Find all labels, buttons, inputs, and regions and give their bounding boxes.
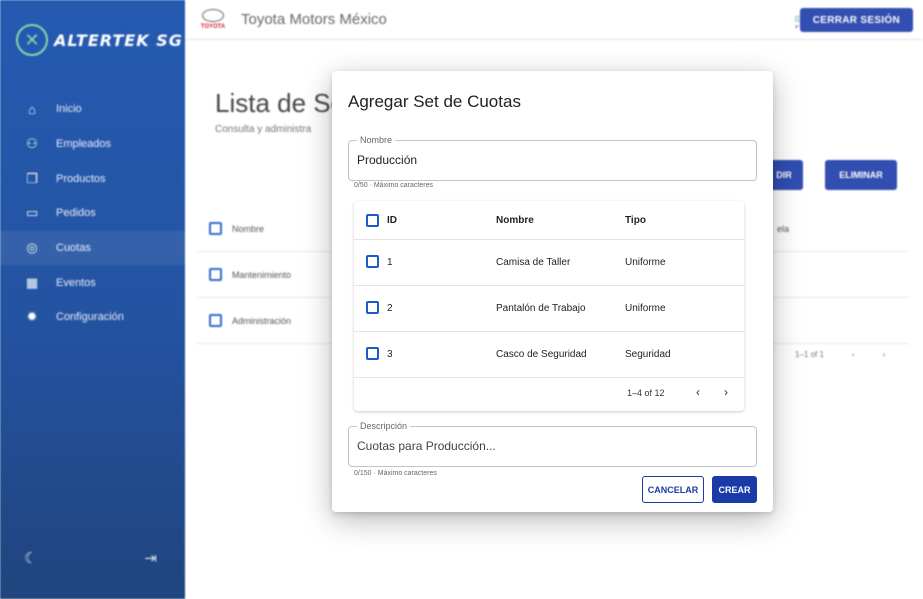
column-header-tipo: Tipo <box>625 215 646 226</box>
row-name: Camisa de Taller <box>496 257 571 268</box>
row-id: 1 <box>387 257 393 268</box>
name-input[interactable]: Producción <box>357 153 417 167</box>
description-helper-text: 0/150 · Máximo caracteres <box>354 470 437 477</box>
table-row[interactable]: 3 Casco de Seguridad Seguridad <box>354 332 744 378</box>
pagination-info: 1–4 of 12 <box>627 388 665 398</box>
description-field[interactable]: Descripción Cuotas para Producción... <box>348 421 757 467</box>
row-name: Casco de Seguridad <box>496 349 587 360</box>
column-header-nombre: Nombre <box>496 215 534 226</box>
row-type: Uniforme <box>625 303 666 314</box>
name-helper-text: 0/50 · Máximo caracteres <box>354 182 433 189</box>
row-id: 2 <box>387 303 393 314</box>
column-header-id: ID <box>387 215 397 226</box>
row-type: Uniforme <box>625 257 666 268</box>
chevron-left-icon[interactable]: ‹ <box>696 385 700 399</box>
row-checkbox[interactable] <box>366 301 379 314</box>
chevron-right-icon[interactable]: › <box>724 385 728 399</box>
row-id: 3 <box>387 349 393 360</box>
create-button[interactable]: CREAR <box>712 476 757 503</box>
select-all-checkbox[interactable] <box>366 214 379 227</box>
add-quota-set-dialog: Agregar Set de Cuotas Nombre Producción … <box>332 71 773 512</box>
name-field-label: Nombre <box>357 135 396 145</box>
table-row[interactable]: 2 Pantalón de Trabajo Uniforme <box>354 286 744 332</box>
description-field-label: Descripción <box>357 421 411 431</box>
table-header-row: ID Nombre Tipo <box>354 201 744 240</box>
row-checkbox[interactable] <box>366 347 379 360</box>
cancel-button[interactable]: CANCELAR <box>642 476 704 503</box>
products-table: ID Nombre Tipo 1 Camisa de Taller Unifor… <box>354 201 744 411</box>
row-checkbox[interactable] <box>366 255 379 268</box>
table-row[interactable]: 1 Camisa de Taller Uniforme <box>354 240 744 286</box>
name-field[interactable]: Nombre Producción <box>348 135 757 181</box>
dialog-title: Agregar Set de Cuotas <box>348 92 521 111</box>
row-type: Seguridad <box>625 349 671 360</box>
row-name: Pantalón de Trabajo <box>496 303 586 314</box>
description-input[interactable]: Cuotas para Producción... <box>357 439 496 453</box>
table-pagination: 1–4 of 12 ‹ › <box>354 378 744 410</box>
